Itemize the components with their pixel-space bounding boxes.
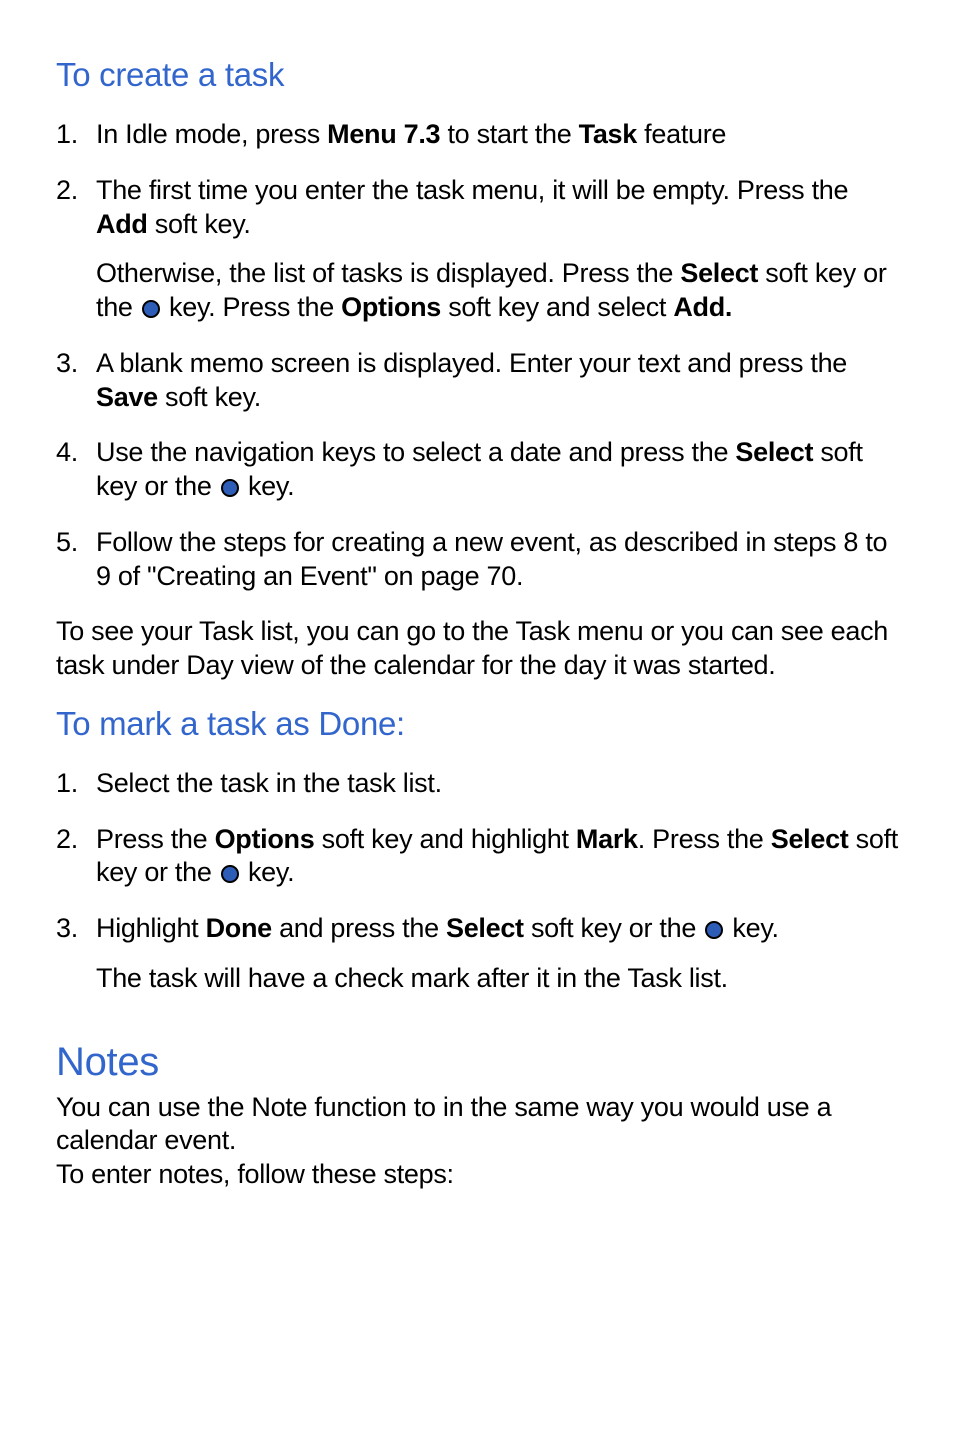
heading-create-task: To create a task [56,56,898,94]
sub-paragraph: Otherwise, the list of tasks is displaye… [96,257,898,325]
list-body: Follow the steps for creating a new even… [96,526,898,594]
text: The first time you enter the task menu, … [96,175,848,205]
list-item: 5. Follow the steps for creating a new e… [56,526,898,594]
text: Highlight [96,913,206,943]
list-item: 3. Highlight Done and press the Select s… [56,912,898,996]
list-number: 1. [56,767,96,801]
text: soft key and highlight [314,824,575,854]
task-feature: Task [579,119,637,149]
list-item: 2. Press the Options soft key and highli… [56,823,898,891]
text: feature [637,119,726,149]
ok-key-icon [705,921,723,939]
heading-mark-done: To mark a task as Done: [56,705,898,743]
list-item: 1. Select the task in the task list. [56,767,898,801]
save-softkey: Save [96,382,158,412]
text: key. Press the [162,292,341,322]
ok-key-icon [221,479,239,497]
list-number: 5. [56,526,96,594]
list-number: 3. [56,912,96,996]
text: soft key and select [441,292,673,322]
text: key. [241,471,295,501]
text: Press the [96,824,215,854]
notes-paragraph-1: You can use the Note function to in the … [56,1091,898,1159]
select-softkey: Select [446,913,524,943]
ok-key-icon [142,300,160,318]
list-number: 2. [56,174,96,325]
select-softkey: Select [771,824,849,854]
done-option: Done [206,913,272,943]
list-body: The first time you enter the task menu, … [96,174,898,325]
list-item: 2. The first time you enter the task men… [56,174,898,325]
list-number: 2. [56,823,96,891]
list-number: 4. [56,436,96,504]
text: . Press the [638,824,771,854]
text: Otherwise, the list of tasks is displaye… [96,258,680,288]
list-number: 3. [56,347,96,415]
list-body: Highlight Done and press the Select soft… [96,912,898,996]
text: A blank memo screen is displayed. Enter … [96,348,847,378]
options-softkey: Options [341,292,441,322]
add-option: Add. [673,292,732,322]
text: to start the [440,119,578,149]
notes-paragraph-2: To enter notes, follow these steps: [56,1158,898,1192]
text: Select the task in the task list. [96,768,442,798]
list-item: 3. A blank memo screen is displayed. Ent… [56,347,898,415]
list-item: 4. Use the navigation keys to select a d… [56,436,898,504]
text: soft key. [158,382,261,412]
text: key. [725,913,779,943]
list-body: In Idle mode, press Menu 7.3 to start th… [96,118,898,152]
text: and press the [272,913,446,943]
text: Follow the steps for creating a new even… [96,527,887,591]
mark-option: Mark [576,824,638,854]
text: soft key. [148,209,251,239]
list-body: Use the navigation keys to select a date… [96,436,898,504]
menu-ref: Menu 7.3 [327,119,440,149]
text: key. [241,857,295,887]
mark-done-list: 1. Select the task in the task list. 2. … [56,767,898,996]
list-number: 1. [56,118,96,152]
heading-notes: Notes [56,1040,898,1085]
list-body: Press the Options soft key and highlight… [96,823,898,891]
list-body: A blank memo screen is displayed. Enter … [96,347,898,415]
select-softkey: Select [680,258,758,288]
text: Use the navigation keys to select a date… [96,437,735,467]
sub-paragraph: The task will have a check mark after it… [96,962,898,996]
list-body: Select the task in the task list. [96,767,898,801]
list-item: 1. In Idle mode, press Menu 7.3 to start… [56,118,898,152]
create-task-list: 1. In Idle mode, press Menu 7.3 to start… [56,118,898,593]
ok-key-icon [221,865,239,883]
select-softkey: Select [735,437,813,467]
options-softkey: Options [215,824,315,854]
add-softkey: Add [96,209,148,239]
text: soft key or the [524,913,703,943]
paragraph-task-list-note: To see your Task list, you can go to the… [56,615,898,683]
text: In Idle mode, press [96,119,327,149]
